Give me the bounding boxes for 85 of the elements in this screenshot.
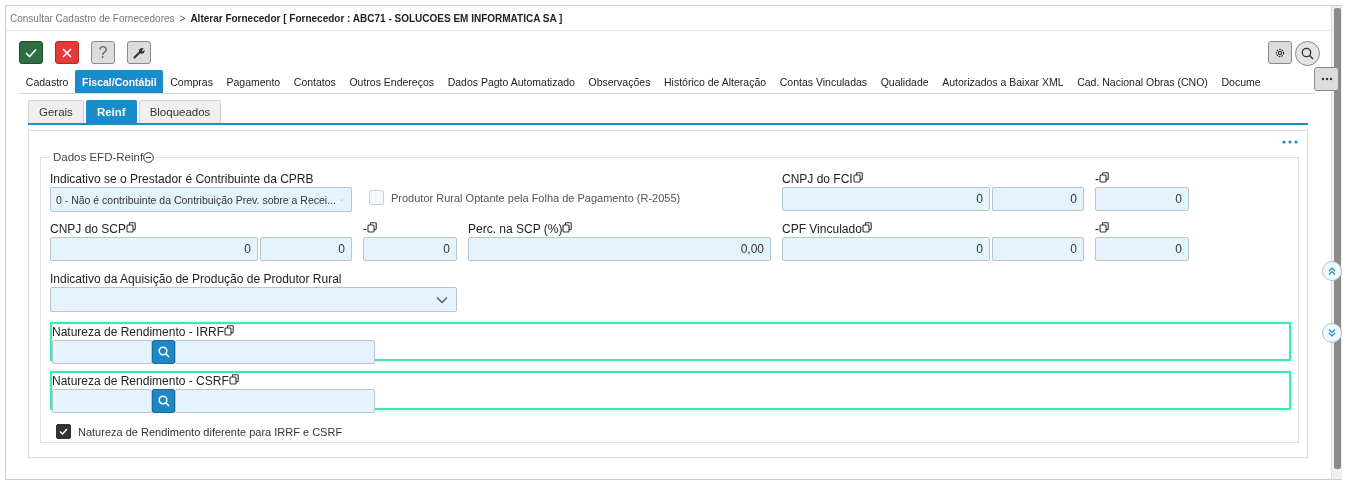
tab[interactable]: Autorizados a Baixar XML bbox=[935, 70, 1071, 93]
number-field[interactable]: 0 bbox=[782, 187, 990, 211]
double-chevron-down-icon bbox=[1328, 329, 1336, 337]
number-field[interactable]: 0 bbox=[782, 237, 990, 261]
checkbox[interactable] bbox=[56, 424, 71, 439]
field-label: Indicativo se o Prestador é Contribuinte da CPRB bbox=[50, 172, 314, 186]
tab[interactable]: Contatos bbox=[287, 70, 343, 93]
copy-icon[interactable] bbox=[861, 222, 872, 233]
field-label: Natureza de Rendimento - CSRF bbox=[52, 374, 229, 388]
field-label: Indicativo da Aquisição de Produção de Produtor Rural bbox=[50, 272, 342, 286]
page-title: Alterar Fornecedor [ Fornecedor : ABC71 - SOLUCOES EM INFORMATICA SA ] bbox=[190, 12, 563, 24]
dropdown-field[interactable] bbox=[50, 287, 457, 312]
field-label: - bbox=[1095, 172, 1099, 186]
number-field[interactable]: 0 bbox=[992, 237, 1084, 261]
copy-icon[interactable] bbox=[367, 222, 377, 233]
tab[interactable]: Observações bbox=[581, 70, 658, 93]
check-icon bbox=[25, 47, 37, 58]
number-field[interactable]: 0,00 bbox=[468, 237, 771, 261]
number-field[interactable]: 0 bbox=[50, 237, 258, 261]
tab[interactable]: Cad. Nacional Obras (CNO) bbox=[1070, 70, 1215, 93]
field-label: CNPJ do SCP bbox=[50, 222, 127, 236]
copy-icon[interactable] bbox=[562, 222, 573, 233]
collapse-icon[interactable] bbox=[143, 151, 155, 163]
tab[interactable]: Qualidade bbox=[873, 70, 936, 93]
breadcrumb-link[interactable]: Consultar Cadastro de Fornecedores bbox=[10, 12, 175, 24]
search-icon bbox=[157, 346, 170, 358]
tab[interactable]: Reinf bbox=[85, 100, 137, 123]
number-field[interactable]: 0 bbox=[1095, 237, 1189, 261]
copy-icon[interactable] bbox=[228, 374, 239, 385]
section-title: Dados EFD-Reinf bbox=[53, 151, 144, 163]
number-field[interactable]: 0 bbox=[992, 187, 1084, 211]
field-label: Perc. na SCP (%) bbox=[468, 222, 563, 236]
tab[interactable]: Contas Vinculadas bbox=[772, 70, 874, 93]
number-field[interactable]: 0 bbox=[1095, 187, 1189, 211]
field-label: - bbox=[1095, 222, 1099, 236]
tab[interactable]: Cadastro bbox=[19, 70, 76, 93]
search-button[interactable] bbox=[1295, 41, 1320, 66]
field-label: Natureza de Rendimento - IRRF bbox=[52, 325, 225, 339]
help-button[interactable]: ? bbox=[91, 41, 115, 64]
tools-button[interactable] bbox=[127, 41, 151, 64]
number-field[interactable]: 0 bbox=[260, 237, 352, 261]
settings-icon bbox=[1274, 46, 1286, 59]
tab[interactable]: Bloqueados bbox=[138, 100, 222, 123]
field-label: - bbox=[363, 222, 367, 236]
tab[interactable]: Histórico de Alteração bbox=[657, 70, 773, 93]
scrollbar[interactable] bbox=[1331, 6, 1342, 479]
wrench-icon bbox=[133, 46, 145, 59]
settings-button[interactable] bbox=[1268, 41, 1292, 64]
copy-icon[interactable] bbox=[224, 325, 235, 336]
copy-icon[interactable] bbox=[126, 222, 137, 233]
checkbox-label: Produtor Rural Optante pela Folha de Pagamento (R-2055) bbox=[391, 191, 681, 204]
scroll-top-button[interactable] bbox=[1322, 261, 1342, 281]
number-field[interactable]: 0 bbox=[363, 237, 457, 261]
more-icon bbox=[1320, 77, 1333, 81]
copy-icon[interactable] bbox=[1099, 222, 1109, 233]
search-icon bbox=[157, 395, 170, 407]
chevron-down-icon bbox=[436, 295, 448, 304]
search-button[interactable] bbox=[152, 389, 175, 413]
breadcrumb-separator: > bbox=[179, 12, 186, 24]
code-field[interactable] bbox=[52, 340, 152, 364]
checkbox-label: Natureza de Rendimento diferente para IRRF e CSRF bbox=[78, 425, 343, 438]
copy-icon[interactable] bbox=[852, 172, 863, 183]
field-label: CPF Vinculado bbox=[782, 222, 862, 236]
search-button[interactable] bbox=[152, 340, 175, 364]
copy-icon[interactable] bbox=[1099, 172, 1109, 183]
description-field[interactable] bbox=[175, 340, 375, 364]
tab[interactable]: Dados Pagto Automatizado bbox=[440, 70, 582, 93]
double-chevron-up-icon bbox=[1328, 267, 1336, 275]
code-field[interactable] bbox=[52, 389, 152, 413]
cancel-button[interactable] bbox=[55, 41, 79, 64]
close-icon bbox=[62, 47, 72, 58]
scroll-bottom-button[interactable] bbox=[1322, 323, 1342, 343]
field-label: CNPJ do FCI bbox=[782, 172, 853, 186]
check-icon bbox=[59, 428, 68, 435]
tab[interactable]: Pagamento bbox=[219, 70, 287, 93]
tab[interactable]: Gerais bbox=[28, 100, 84, 123]
dropdown-field[interactable]: 0 - Não é contribuinte da Contribuição Prev. sobre a Recei... bbox=[50, 187, 352, 212]
tab[interactable]: Compras bbox=[163, 70, 220, 93]
more-icon[interactable] bbox=[1282, 140, 1298, 144]
tab[interactable]: Docume bbox=[1214, 70, 1268, 93]
tab[interactable]: Outros Endereços bbox=[342, 70, 441, 93]
confirm-button[interactable] bbox=[19, 41, 43, 64]
description-field[interactable] bbox=[175, 389, 375, 413]
tab[interactable]: Fiscal/Contábil bbox=[75, 70, 164, 93]
search-icon bbox=[1301, 47, 1314, 60]
